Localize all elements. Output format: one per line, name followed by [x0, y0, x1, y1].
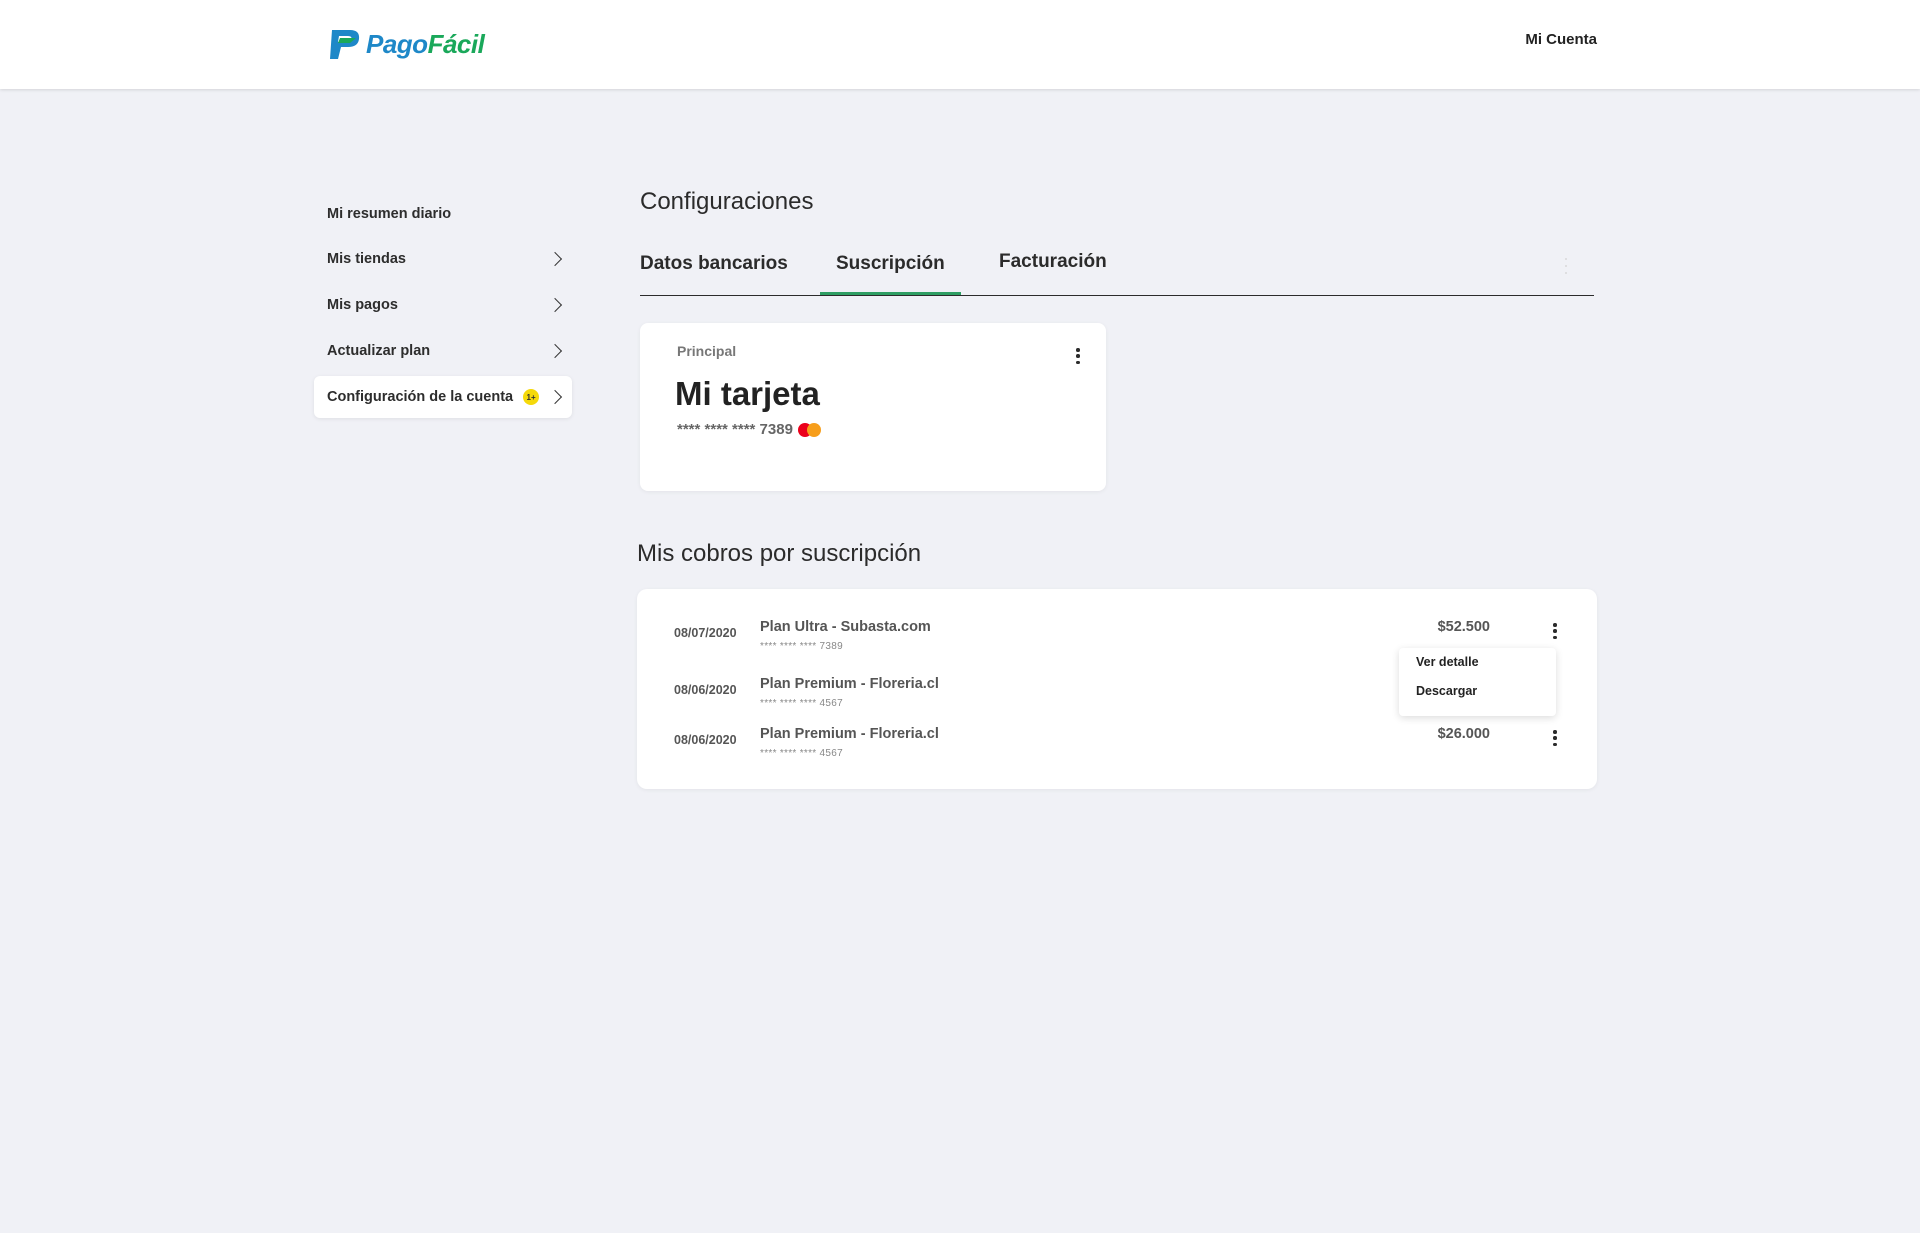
- my-account-link[interactable]: Mi Cuenta: [1525, 31, 1597, 48]
- card-title: Mi tarjeta: [675, 375, 820, 412]
- tabs-divider: [640, 295, 1594, 296]
- chevron-right-icon: [547, 251, 563, 267]
- sidebar-item-update-plan[interactable]: Actualizar plan: [314, 330, 572, 372]
- card-number: **** **** **** 7389: [677, 421, 793, 438]
- charge-card-number: **** **** **** 4567: [760, 698, 843, 709]
- mastercard-icon: [797, 422, 822, 438]
- row-actions-dropdown: Ver detalle Descargar: [1399, 648, 1556, 716]
- charge-plan-name: Plan Ultra - Subasta.com: [760, 619, 931, 635]
- charge-card-number: **** **** **** 7389: [760, 641, 843, 652]
- sidebar-item-stores[interactable]: Mis tiendas: [314, 238, 572, 280]
- logo-text-facil: Fácil: [427, 28, 485, 59]
- charge-date: 08/06/2020: [674, 683, 737, 697]
- table-row: 08/06/2020 Plan Premium - Floreria.cl **…: [637, 726, 1597, 770]
- menu-item-download[interactable]: Descargar: [1416, 684, 1477, 698]
- tab-bank-details[interactable]: Datos bancarios: [640, 253, 788, 275]
- charge-date: 08/07/2020: [674, 626, 737, 640]
- pagofacil-logo[interactable]: PagoFácil: [326, 26, 485, 62]
- chevron-right-icon: [547, 297, 563, 313]
- row-kebab-menu-icon[interactable]: [1552, 623, 1558, 639]
- card-kebab-menu-icon[interactable]: [1075, 348, 1081, 364]
- top-header: PagoFácil Mi Cuenta: [0, 0, 1920, 89]
- charges-section-title: Mis cobros por suscripción: [637, 540, 922, 567]
- sidebar-item-label: Mi resumen diario: [327, 206, 452, 222]
- logo-mark-icon: [330, 30, 360, 59]
- charge-date: 08/06/2020: [674, 733, 737, 747]
- sidebar-item-label: Mis pagos: [327, 297, 398, 313]
- charge-amount: $26.000: [1437, 726, 1490, 742]
- payment-card: Principal Mi tarjeta **** **** **** 7389: [640, 323, 1106, 491]
- more-options-icon[interactable]: [1564, 258, 1568, 274]
- card-number-row: **** **** **** 7389: [677, 421, 822, 438]
- row-kebab-menu-icon[interactable]: [1552, 730, 1558, 746]
- sidebar-item-daily-summary[interactable]: Mi resumen diario: [314, 193, 572, 235]
- chevron-right-icon: [547, 343, 563, 359]
- sidebar-item-label: Configuración de la cuenta: [327, 389, 514, 405]
- sidebar-item-account-settings[interactable]: Configuración de la cuenta 1+: [314, 376, 572, 418]
- notification-badge: 1+: [523, 389, 540, 405]
- charge-plan-name: Plan Premium - Floreria.cl: [760, 726, 939, 742]
- charge-amount: $52.500: [1437, 619, 1490, 635]
- logo-text: PagoFácil: [366, 28, 485, 60]
- sidebar-item-payments[interactable]: Mis pagos: [314, 284, 572, 326]
- sidebar-item-label: Mis tiendas: [327, 251, 406, 267]
- card-label: Principal: [677, 343, 737, 359]
- settings-tabs: Datos bancarios Suscripción Facturación: [640, 240, 1594, 296]
- tab-billing[interactable]: Facturación: [999, 251, 1107, 273]
- tab-subscription[interactable]: Suscripción: [836, 253, 945, 275]
- logo-text-pago: Pago: [366, 28, 428, 59]
- page-title: Configuraciones: [640, 188, 814, 215]
- chevron-right-icon: [547, 389, 563, 405]
- menu-item-view-detail[interactable]: Ver detalle: [1416, 655, 1479, 669]
- charge-card-number: **** **** **** 4567: [760, 748, 843, 759]
- charge-plan-name: Plan Premium - Floreria.cl: [760, 676, 939, 692]
- sidebar-item-label: Actualizar plan: [327, 343, 431, 359]
